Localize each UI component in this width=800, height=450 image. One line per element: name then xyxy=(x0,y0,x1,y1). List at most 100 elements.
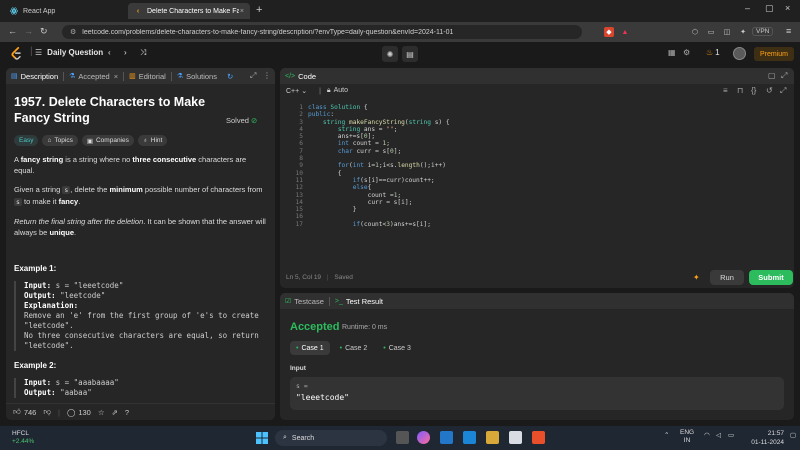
extensions-icon[interactable]: ⬡ xyxy=(690,27,700,37)
brave-shield-icon[interactable]: ◆ xyxy=(604,27,614,37)
browser-menu-icon[interactable]: ≡ xyxy=(786,26,791,36)
leetcode-logo-icon[interactable] xyxy=(10,47,23,61)
close-tab-icon[interactable]: × xyxy=(240,8,244,15)
next-problem-icon[interactable]: › xyxy=(124,48,127,57)
tab-code[interactable]: </> Code xyxy=(280,68,321,84)
site-settings-icon[interactable]: ⚙ xyxy=(70,28,76,36)
vpn-button[interactable]: VPN xyxy=(752,27,774,36)
submissions-tab-icon[interactable]: ↻ xyxy=(222,68,238,84)
leo-icon[interactable]: ✦ xyxy=(738,27,748,37)
browser-tab-label: React App xyxy=(23,7,56,15)
problem-list-button[interactable]: ☰ Daily Question xyxy=(35,48,103,57)
favorite-icon[interactable]: ☆ xyxy=(98,408,105,417)
autocomplete-toggle[interactable]: 🔒︎ Auto xyxy=(327,87,348,95)
toolbar-divider: | xyxy=(319,87,321,95)
minimize-icon[interactable]: – xyxy=(745,3,750,13)
maximize-panel-icon[interactable]: ▢ xyxy=(768,71,776,80)
expand-icon[interactable]: ⤢ xyxy=(250,71,256,81)
line-numbers: 1 2 3 4 5 6 7 8 9 10 11 12 13 14 15 16 1… xyxy=(280,104,303,228)
lock-icon: 🔒︎ xyxy=(326,87,331,94)
taskbar-search[interactable]: ⌕ Search xyxy=(275,430,387,446)
cursor-position: Ln 5, Col 19 xyxy=(286,274,322,281)
shuffle-icon[interactable]: ⤨ xyxy=(140,48,146,58)
premium-button[interactable]: Premium xyxy=(754,47,795,61)
task-view-icon[interactable] xyxy=(396,431,409,444)
snipping-tool-icon[interactable] xyxy=(509,431,522,444)
edge-icon[interactable] xyxy=(463,431,476,444)
url-field[interactable]: ⚙ leetcode.com/problems/delete-character… xyxy=(62,25,582,39)
companies-tag[interactable]: ▣ Companies xyxy=(81,135,134,146)
file-explorer-icon[interactable] xyxy=(486,431,499,444)
notes-button[interactable]: ▤ xyxy=(402,46,418,62)
more-icon[interactable]: ⋮ xyxy=(263,71,271,80)
sidebar-icon[interactable]: ▭ xyxy=(706,27,716,37)
code-area[interactable]: 1 2 3 4 5 6 7 8 9 10 11 12 13 14 15 16 1… xyxy=(280,104,794,274)
case-tab-1[interactable]: • Case 1 xyxy=(290,341,330,355)
case-tab-2[interactable]: • Case 2 xyxy=(334,341,374,355)
battery-icon[interactable]: ▭ xyxy=(728,431,734,439)
run-button[interactable]: Run xyxy=(710,270,744,285)
prev-problem-icon[interactable]: ‹ xyxy=(108,48,111,57)
topics-tag[interactable]: ⌂ Topics xyxy=(42,135,78,146)
debug-button[interactable]: ✺ xyxy=(382,46,398,62)
settings-icon[interactable]: ⚙ xyxy=(683,48,690,57)
reload-icon[interactable]: ↻ xyxy=(40,26,48,37)
expand-icon[interactable]: ⤢ xyxy=(781,71,787,81)
submit-button[interactable]: Submit xyxy=(749,270,793,285)
close-tab-icon[interactable]: × xyxy=(114,72,118,81)
search-icon: ⌕ xyxy=(283,434,287,441)
volume-icon[interactable]: ◁ xyxy=(716,431,721,439)
reset-icon[interactable]: ↺ xyxy=(766,86,773,95)
close-window-icon[interactable]: × xyxy=(785,3,790,13)
forward-icon[interactable]: → xyxy=(24,26,33,36)
brave-browser-icon[interactable] xyxy=(532,431,545,444)
maximize-icon[interactable]: ▢ xyxy=(765,3,774,14)
case-tab-3[interactable]: • Case 3 xyxy=(377,341,417,355)
copilot-icon[interactable] xyxy=(417,431,430,444)
avatar[interactable] xyxy=(733,47,746,60)
browser-tab-leetcode[interactable]: ‹ Delete Characters to Make Fancy × xyxy=(128,3,250,19)
comments-button[interactable]: ◯ 130 xyxy=(67,408,91,417)
braces-icon[interactable]: {} xyxy=(751,86,756,95)
streak-counter[interactable]: ♨ 1 xyxy=(706,48,720,57)
address-bar-row: ← → ↻ ⚙ leetcode.com/problems/delete-cha… xyxy=(0,22,800,42)
back-icon[interactable]: ← xyxy=(8,26,17,36)
fullscreen-icon[interactable]: ⤢ xyxy=(780,86,786,96)
stock-widget[interactable]: HFCL +2.44% xyxy=(12,430,34,446)
tab-description[interactable]: ▤ Description xyxy=(6,68,63,84)
brave-rewards-icon[interactable]: ▲ xyxy=(620,27,630,37)
language-select[interactable]: C++ ⌄ xyxy=(286,87,307,95)
wallet-icon[interactable]: ◫ xyxy=(722,27,732,37)
nav-divider: | xyxy=(30,46,33,57)
line-number: 13 xyxy=(295,191,303,199)
notification-icon[interactable]: ▢ xyxy=(790,431,796,439)
share-icon[interactable]: ⇗ xyxy=(112,408,118,417)
input-value: s = "leeetcode" xyxy=(55,281,124,290)
tab-test-result[interactable]: >_ Test Result xyxy=(330,293,388,309)
text: possible number of characters from xyxy=(142,185,263,194)
wifi-icon[interactable]: ◠ xyxy=(704,431,710,439)
tab-editorial[interactable]: ▥ Editorial xyxy=(124,68,171,84)
description-footer: 👍︎ 746 👎︎ | ◯ 130 ☆ ⇗ ? xyxy=(6,403,275,420)
ai-sparkle-icon[interactable]: ✦ xyxy=(693,273,700,282)
tab-solutions[interactable]: ⚗ Solutions xyxy=(172,68,222,84)
like-button[interactable]: 👍︎ 746 xyxy=(13,407,36,417)
hint-tag[interactable]: ♁ Hint xyxy=(137,135,168,146)
tab-accepted[interactable]: ⚗ Accepted × xyxy=(64,68,123,84)
vscode-icon[interactable] xyxy=(440,431,453,444)
code-brackets-icon: </> xyxy=(285,72,296,80)
help-icon[interactable]: ? xyxy=(125,408,129,417)
new-tab-button[interactable]: + xyxy=(256,4,262,16)
windows-start-icon[interactable] xyxy=(256,432,268,444)
dislike-button[interactable]: 👎︎ xyxy=(43,407,51,417)
streak-count: 1 xyxy=(715,48,720,57)
format-icon[interactable]: ≡ xyxy=(723,86,728,95)
system-clock[interactable]: 21:57 01-11-2024 xyxy=(748,429,784,447)
browser-tab-react-app[interactable]: React App xyxy=(4,3,118,19)
bookmark-icon[interactable]: ⊓ xyxy=(737,86,743,95)
tab-testcase[interactable]: ☑ Testcase xyxy=(280,293,329,309)
layout-icon[interactable]: ▦ xyxy=(668,48,676,57)
tray-chevron-icon[interactable]: ⌃ xyxy=(664,431,669,439)
text-bold: fancy string xyxy=(20,155,64,164)
language-indicator[interactable]: ENG IN xyxy=(680,429,694,445)
